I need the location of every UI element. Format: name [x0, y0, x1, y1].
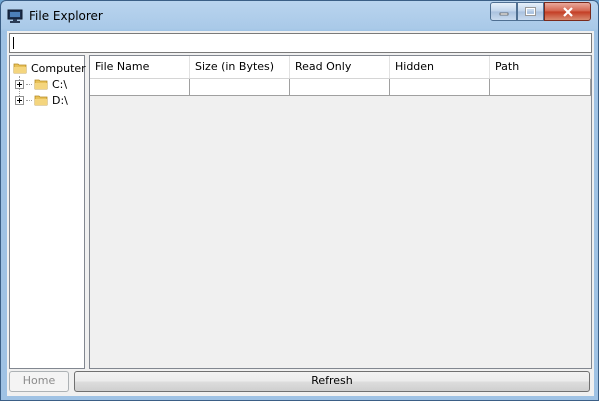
- tree-item-label: Computer: [31, 61, 86, 75]
- app-window: File Explorer Computer C:\ D:\ File Name…: [0, 0, 599, 401]
- tree-item-computer[interactable]: Computer: [13, 60, 86, 76]
- file-table[interactable]: File Name Size (in Bytes) Read Only Hidd…: [89, 55, 592, 369]
- folder-icon: [13, 63, 27, 74]
- maximize-button[interactable]: [517, 2, 544, 21]
- title-bar[interactable]: File Explorer: [1, 1, 598, 31]
- folder-tree[interactable]: Computer C:\ D:\: [9, 55, 86, 369]
- folder-icon: [34, 79, 48, 90]
- refresh-button[interactable]: Refresh: [74, 371, 590, 392]
- folder-icon: [34, 95, 48, 106]
- text-caret: [13, 37, 14, 49]
- table-cell[interactable]: [290, 79, 390, 95]
- column-header-read-only[interactable]: Read Only: [290, 56, 390, 78]
- table-header: File Name Size (in Bytes) Read Only Hidd…: [90, 56, 591, 79]
- tree-item-d-drive[interactable]: D:\: [15, 92, 68, 108]
- table-cell[interactable]: [190, 79, 290, 95]
- column-header-size[interactable]: Size (in Bytes): [190, 56, 290, 78]
- column-header-hidden[interactable]: Hidden: [390, 56, 490, 78]
- minimize-button[interactable]: [490, 2, 517, 21]
- window-title: File Explorer: [29, 9, 103, 23]
- close-icon: [562, 6, 573, 17]
- table-cell[interactable]: [490, 79, 591, 95]
- maximize-icon: [525, 7, 536, 16]
- table-row[interactable]: [90, 79, 591, 96]
- table-cell[interactable]: [90, 79, 190, 95]
- minimize-icon: [499, 12, 508, 15]
- tree-item-label: D:\: [52, 93, 68, 107]
- client-area: Computer C:\ D:\ File Name Size (in Byte…: [7, 31, 594, 396]
- tree-connector: [26, 99, 32, 101]
- tree-item-c-drive[interactable]: C:\: [15, 76, 67, 92]
- close-button[interactable]: [544, 2, 591, 21]
- tree-item-label: C:\: [52, 77, 68, 91]
- expand-icon[interactable]: [15, 95, 24, 105]
- computer-icon: [7, 9, 23, 23]
- tree-connector: [26, 83, 32, 85]
- home-button[interactable]: Home: [9, 371, 69, 392]
- expand-icon[interactable]: [15, 79, 24, 89]
- column-header-file-name[interactable]: File Name: [90, 56, 190, 78]
- column-header-path[interactable]: Path: [490, 56, 591, 78]
- path-input[interactable]: [9, 33, 592, 53]
- table-cell[interactable]: [390, 79, 490, 95]
